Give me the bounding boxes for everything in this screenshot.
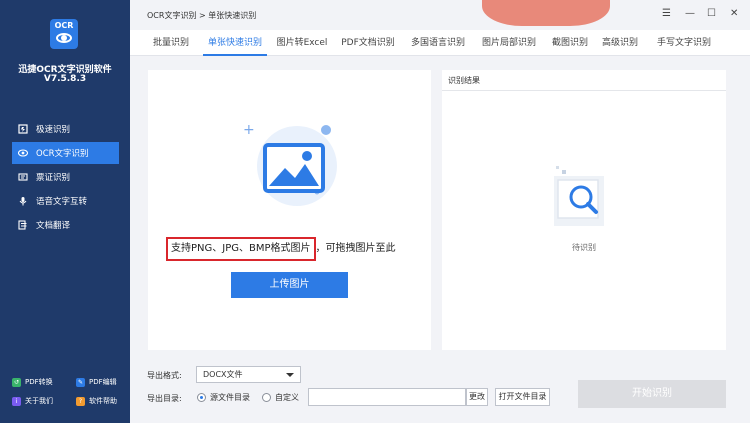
pupil-icon	[61, 35, 67, 41]
lightning-icon	[18, 124, 28, 134]
sidebar-item-label: 极速识别	[36, 125, 71, 135]
sidebar-item-ocr[interactable]: OCR文字识别	[12, 142, 119, 164]
upload-hint: 支持PNG、JPG、BMP格式图片 ，可拖拽图片至此	[166, 237, 396, 261]
tab-bar: 批量识别 单张快速识别 图片转Excel PDF文档识别 多国语言识别 图片局部…	[130, 30, 750, 56]
radio-source-dir-label: 源文件目录	[210, 393, 250, 402]
bottom-link-label: PDF转换	[25, 378, 53, 386]
chevron-down-icon	[286, 373, 294, 377]
logo-text: OCR	[54, 21, 74, 30]
tab-pdf[interactable]: PDF文档识别	[338, 30, 398, 56]
minimize-icon[interactable]: —	[685, 8, 695, 19]
pdf-edit-link[interactable]: ✎ PDF编辑	[76, 377, 117, 387]
radio-source-dir[interactable]	[197, 393, 206, 402]
output-path-input[interactable]	[308, 388, 466, 406]
sidebar: OCR 迅捷OCR文字识别软件 V7.5.8.3 极速识别 OCR文字识别 票证…	[0, 0, 130, 423]
breadcrumb: OCR文字识别 > 单张快速识别	[147, 11, 257, 20]
tab-batch[interactable]: 批量识别	[147, 30, 195, 56]
maximize-icon[interactable]: ☐	[707, 8, 716, 19]
bottom-link-label: 关于我们	[25, 397, 53, 405]
document-search-icon	[554, 166, 604, 226]
bottom-link-label: 软件帮助	[89, 397, 117, 405]
eye-icon	[17, 148, 29, 158]
tab-image-to-excel[interactable]: 图片转Excel	[274, 30, 330, 56]
sidebar-item-label: 票证识别	[36, 173, 71, 183]
main-area: OCR文字识别 > 单张快速识别 ☰ — ☐ ✕ 批量识别 单张快速识别 图片转…	[130, 0, 750, 423]
bottom-link-label: PDF编辑	[89, 378, 117, 386]
translate-icon	[18, 220, 28, 230]
svg-text:+: +	[243, 122, 255, 138]
help-link[interactable]: ? 软件帮助	[76, 396, 117, 406]
tab-handwriting[interactable]: 手写文字识别	[652, 30, 716, 56]
image-placeholder-icon: +	[243, 122, 337, 206]
start-recognition-button[interactable]: 开始识别	[578, 380, 726, 408]
sidebar-item-ticket[interactable]: 票证识别	[12, 166, 119, 188]
divider	[442, 90, 726, 91]
pdf-convert-icon: ↺	[12, 377, 21, 387]
info-icon: i	[12, 396, 21, 406]
help-icon: ?	[76, 396, 85, 406]
upload-image-button[interactable]: 上传图片	[231, 272, 348, 298]
ticket-icon	[18, 172, 28, 182]
close-icon[interactable]: ✕	[730, 8, 738, 19]
pdf-edit-icon: ✎	[76, 377, 85, 387]
export-settings: 导出格式: DOCX文件 导出目录: 源文件目录 自定义 更改 打开文件目录 开…	[130, 358, 750, 423]
export-format-label: 导出格式:	[147, 371, 182, 380]
menu-icon[interactable]: ☰	[662, 8, 671, 19]
about-us-link[interactable]: i 关于我们	[12, 396, 53, 406]
upload-formats-text: 支持PNG、JPG、BMP格式图片	[166, 237, 316, 261]
header-decoration	[482, 0, 610, 26]
open-folder-button[interactable]: 打开文件目录	[495, 388, 550, 406]
export-format-value: DOCX文件	[203, 370, 243, 379]
sidebar-item-fast-ocr[interactable]: 极速识别	[12, 118, 119, 140]
sidebar-item-label: OCR文字识别	[36, 149, 89, 159]
tab-advanced[interactable]: 高级识别	[598, 30, 642, 56]
microphone-icon	[18, 196, 28, 206]
sidebar-item-translate[interactable]: 文档翻译	[12, 214, 119, 236]
result-panel: 识别结果 待识别	[442, 70, 726, 350]
tab-partial[interactable]: 图片局部识别	[478, 30, 540, 56]
sidebar-item-label: 文档翻译	[36, 221, 71, 231]
tab-screenshot[interactable]: 截图识别	[548, 30, 592, 56]
app-logo: OCR	[50, 19, 78, 49]
sidebar-item-speech[interactable]: 语音文字互转	[12, 190, 119, 212]
tab-multilang[interactable]: 多国语言识别	[406, 30, 470, 56]
app-version: V7.5.8.3	[43, 74, 87, 84]
radio-custom-dir[interactable]	[262, 393, 271, 402]
result-status: 待识别	[572, 243, 596, 252]
change-dir-button[interactable]: 更改	[466, 388, 488, 406]
radio-custom-dir-label: 自定义	[275, 393, 299, 402]
export-format-select[interactable]: DOCX文件	[196, 366, 301, 383]
sidebar-item-label: 语音文字互转	[36, 197, 88, 207]
upload-drag-text: ，可拖拽图片至此	[315, 243, 396, 254]
tab-single-fast[interactable]: 单张快速识别	[203, 30, 267, 56]
pdf-convert-link[interactable]: ↺ PDF转换	[12, 377, 53, 387]
result-title: 识别结果	[448, 76, 480, 85]
export-dir-label: 导出目录:	[147, 394, 182, 403]
upload-drop-zone[interactable]: + 支持PNG、JPG、BMP格式图片 ，可拖拽图片至此 上传图片	[148, 70, 431, 350]
